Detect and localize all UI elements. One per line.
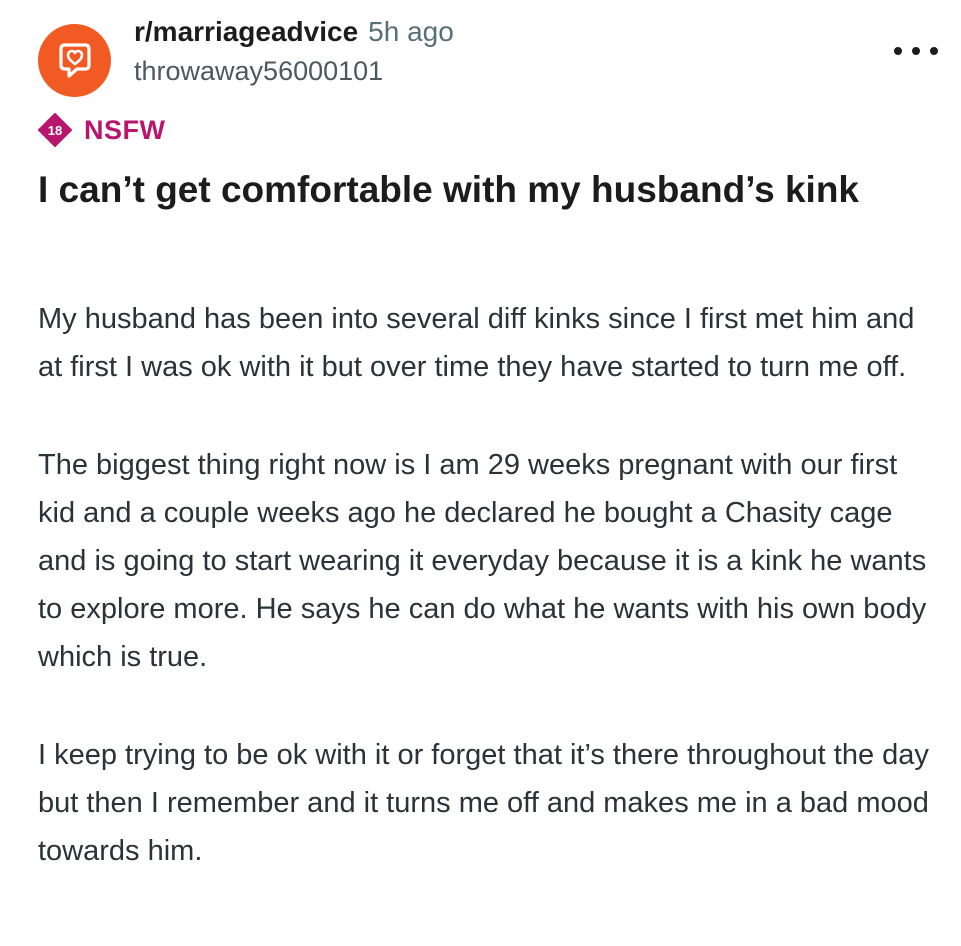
subreddit-avatar[interactable] bbox=[38, 24, 111, 97]
more-options-icon bbox=[894, 47, 902, 55]
post-header: r/marriageadvice 5h ago throwaway56000101 bbox=[38, 14, 938, 97]
nsfw-badge-number: 18 bbox=[47, 122, 63, 138]
subreddit-name[interactable]: r/marriageadvice bbox=[134, 16, 358, 47]
author-username[interactable]: throwaway56000101 bbox=[134, 54, 454, 88]
post-body: My husband has been into several diff ki… bbox=[38, 295, 938, 925]
more-options-icon-dot bbox=[930, 47, 938, 55]
post-paragraph: The biggest thing right now is I am 29 w… bbox=[38, 449, 927, 673]
meta-line: r/marriageadvice 5h ago bbox=[134, 14, 454, 50]
post-paragraph: My husband has been into several diff ki… bbox=[38, 303, 915, 383]
more-options-icon-dot bbox=[912, 47, 920, 55]
more-options-button[interactable] bbox=[894, 38, 938, 64]
nsfw-tag: 18 NSFW bbox=[38, 113, 165, 147]
post-meta: r/marriageadvice 5h ago throwaway56000101 bbox=[134, 14, 454, 88]
post-title[interactable]: I can’t get comfortable with my husband’… bbox=[38, 165, 938, 215]
post-time: 5h ago bbox=[368, 16, 454, 47]
speech-bubble-heart-icon bbox=[58, 42, 91, 78]
nsfw-18-icon: 18 bbox=[38, 113, 72, 147]
post-paragraph: I keep trying to be ok with it or forget… bbox=[38, 739, 929, 867]
nsfw-label: NSFW bbox=[84, 114, 166, 145]
